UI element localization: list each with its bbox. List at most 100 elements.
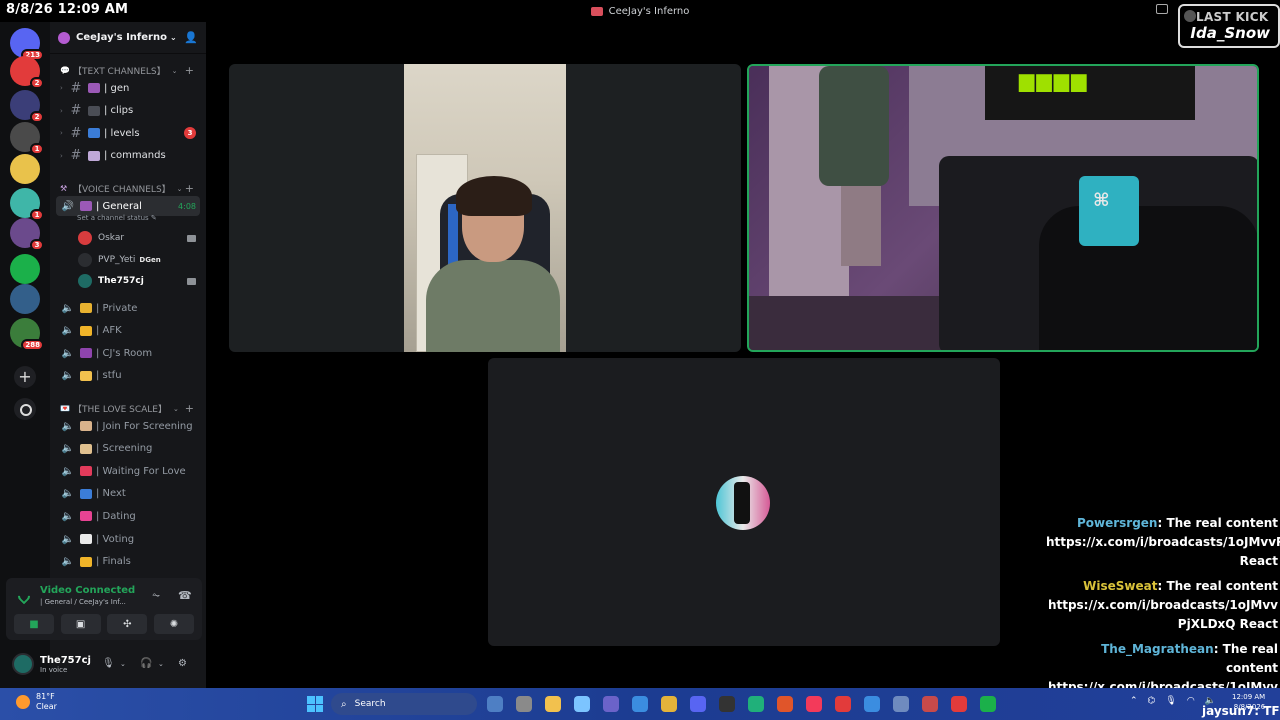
discord-icon[interactable] (690, 696, 706, 712)
server-icon-server-3[interactable]: 1 (10, 122, 44, 155)
voice-status-title[interactable]: Video Connected (40, 585, 135, 596)
love-channel-4[interactable]: 🔈 | Dating (56, 506, 200, 526)
folder-icon[interactable] (545, 696, 561, 712)
screen-share-button[interactable]: ▣ (60, 614, 101, 634)
channel-label: | clips (104, 105, 134, 116)
text-channel-1[interactable]: › # | clips (56, 101, 200, 121)
text-channel-0[interactable]: › # | gen (56, 78, 200, 98)
text-channel-3[interactable]: › # | commands (56, 146, 200, 166)
hash-icon: # (70, 148, 82, 163)
channel-label: | levels (104, 127, 140, 139)
voice-status-sub[interactable]: | General / CeeJay's Inf... (40, 598, 126, 606)
disconnect-icon[interactable]: ☎ (178, 589, 192, 602)
chrome-icon[interactable] (661, 696, 677, 712)
channel-emoji-icon (80, 511, 92, 522)
wifi-icon[interactable]: ◠ (1187, 696, 1195, 706)
explorer-icon[interactable] (487, 696, 503, 712)
love-channel-1[interactable]: 🔈 | Screening (56, 439, 200, 459)
add-server-icon[interactable]: + (14, 366, 36, 388)
user-avatar (78, 252, 92, 267)
love-channel-0[interactable]: 🔈 | Join For Screening (56, 416, 200, 436)
channel-emoji-icon (88, 105, 100, 116)
channel-emoji-icon (80, 201, 92, 211)
discover-icon[interactable] (14, 398, 36, 420)
store-icon[interactable] (632, 696, 648, 712)
chevron-up-icon[interactable]: ⌃ (1130, 696, 1138, 706)
text-channel-2[interactable]: › # | levels 3 (56, 123, 200, 143)
help-icon[interactable] (864, 696, 880, 712)
love-channel-3[interactable]: 🔈 | Next (56, 484, 200, 504)
voice-channel-2[interactable]: 🔈 | CJ's Room (56, 343, 200, 363)
voice-channel-general[interactable]: 🔊 | General 4:08 (56, 196, 200, 216)
channel-status[interactable]: Set a channel status ✎ (77, 214, 157, 222)
guild-header[interactable]: CeeJay's Inferno ⌄ 👤 (50, 22, 206, 54)
teams-icon[interactable] (603, 696, 619, 712)
signal-icon[interactable] (15, 587, 33, 605)
search-icon: ⌕ (341, 698, 347, 710)
microphone-icon[interactable]: 🎙 (102, 658, 115, 669)
love-channel-6[interactable]: 🔈 | Finals (56, 552, 200, 572)
channel-label: | Private (96, 302, 138, 314)
webcam-feed (404, 64, 566, 352)
xbox-icon[interactable] (980, 696, 996, 712)
server-icon-server-6[interactable]: 3 (10, 218, 44, 251)
window-control-icon[interactable] (1156, 4, 1168, 14)
invite-people-icon[interactable]: 👤 (184, 31, 198, 44)
server-icon-server-8[interactable] (10, 284, 40, 314)
channel-emoji-icon (80, 370, 92, 381)
user-avatar[interactable] (12, 653, 34, 675)
server-icon-server-2[interactable]: 2 (10, 90, 44, 123)
server-icon-server-1[interactable]: 2 (10, 56, 44, 89)
opera-icon[interactable] (951, 696, 967, 712)
settings-gear-icon[interactable]: ⚙ (178, 658, 187, 669)
taskbar-search[interactable]: ⌕ Search (331, 693, 477, 715)
voice-user-0[interactable]: Oskar (78, 229, 200, 247)
app-icon[interactable] (893, 696, 909, 712)
noise-suppression-icon[interactable]: ⏦ (152, 590, 160, 601)
chevron-down-icon[interactable]: ⌄ (120, 660, 126, 668)
voice-channel-3[interactable]: 🔈 | stfu (56, 366, 200, 386)
server-icon-server-4[interactable] (10, 154, 40, 184)
channel-emoji-icon (80, 466, 92, 477)
headphones-icon[interactable]: 🎧 (140, 658, 152, 669)
love-channel-5[interactable]: 🔈 | Voting (56, 529, 200, 549)
add-channel-icon[interactable]: + (185, 402, 194, 415)
microphone-icon[interactable]: 🎙 (1165, 696, 1176, 706)
love-channel-2[interactable]: 🔈 | Waiting For Love (56, 461, 200, 481)
voice-channel-1[interactable]: 🔈 | AFK (56, 321, 200, 341)
taskview-icon[interactable] (516, 696, 532, 712)
app-icon[interactable] (748, 696, 764, 712)
brave-icon[interactable] (777, 696, 793, 712)
voice-user-2[interactable]: The757cj (78, 272, 200, 290)
music-icon[interactable] (806, 696, 822, 712)
video-tile-3-avatar[interactable] (488, 358, 1000, 646)
soundboard-button[interactable]: ✺ (153, 614, 194, 634)
video-tile-2-speaking[interactable]: ▆▆▆▆ ⌘ (747, 64, 1259, 352)
video-tile-1[interactable] (229, 64, 741, 352)
server-icon-direct-messages[interactable]: 213 (10, 28, 44, 61)
weather-widget[interactable]: 81°F Clear (16, 692, 57, 712)
voice-user-1[interactable]: PVP_Yeti DGen (78, 251, 200, 269)
server-icon-server-5[interactable]: 1 (10, 188, 44, 221)
voice-timer: 4:08 (178, 201, 196, 211)
server-icon-server-7[interactable] (10, 254, 40, 284)
category-love-scale[interactable]: 💌 【THE LOVE SCALE】 ⌄ + (50, 402, 206, 415)
voice-channel-0[interactable]: 🔈 | Private (56, 298, 200, 318)
unread-badge: 2 (30, 111, 44, 123)
network-icon[interactable]: ⌬ (1148, 696, 1156, 706)
category-voice-channels[interactable]: ⚒ 【VOICE CHANNELS】 ⌄ + (50, 182, 206, 195)
windows-start-icon[interactable] (307, 696, 323, 712)
chevron-down-icon[interactable]: ⌄ (158, 660, 164, 668)
add-channel-icon[interactable]: + (185, 182, 194, 195)
activities-button[interactable]: ✣ (107, 614, 148, 634)
user-info[interactable]: The757cj In voice (40, 655, 91, 674)
camera-icon (187, 234, 196, 242)
copilot-icon[interactable] (574, 696, 590, 712)
server-icon-server-9[interactable]: 288 (10, 318, 44, 351)
add-channel-icon[interactable]: + (185, 64, 194, 77)
app-icon[interactable] (922, 696, 938, 712)
category-text-channels[interactable]: 💬 【TEXT CHANNELS】 ⌄ + (50, 64, 206, 77)
obs-icon[interactable] (719, 696, 735, 712)
camera-button[interactable]: ■ (14, 614, 54, 634)
app-icon[interactable] (835, 696, 851, 712)
